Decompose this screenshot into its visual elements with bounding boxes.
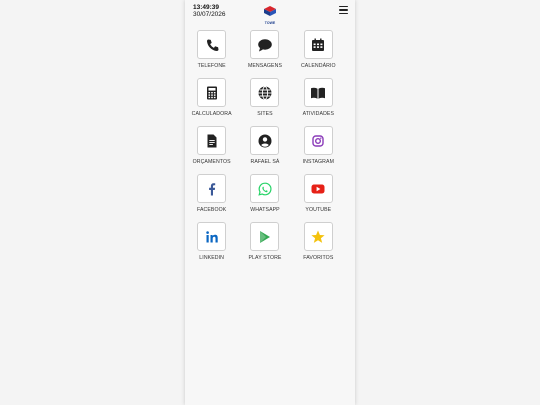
app-tile-linkedin[interactable]: LINKEDIN — [185, 222, 238, 261]
chat-bubble-icon[interactable] — [250, 30, 280, 59]
star-icon[interactable] — [303, 222, 333, 251]
app-tile-favoritos[interactable]: FAVORITOS — [292, 222, 345, 261]
document-icon[interactable] — [197, 126, 227, 155]
phone-icon[interactable] — [197, 30, 227, 59]
app-tile-rafael-sa[interactable]: RAFAEL SÁ — [238, 126, 291, 165]
facebook-icon[interactable] — [197, 174, 227, 203]
app-tile-telefone[interactable]: TELEFONE — [185, 30, 238, 69]
app-label: FACEBOOK — [196, 207, 227, 213]
app-label: INSTAGRAM — [302, 159, 334, 165]
app-tile-calculadora[interactable]: CALCULADORA — [185, 78, 238, 117]
book-icon[interactable] — [303, 78, 333, 107]
app-tile-sites[interactable]: SITES — [238, 78, 291, 117]
globe-icon[interactable] — [250, 78, 280, 107]
app-tile-whatsapp[interactable]: WHATSAPP — [238, 174, 291, 213]
app-label: WHATSAPP — [250, 207, 280, 213]
status-time: 13:49:39 — [193, 4, 220, 11]
app-tile-facebook[interactable]: FACEBOOK — [185, 174, 238, 213]
app-tile-calendario[interactable]: CALENDÁRIO — [292, 30, 345, 69]
calculator-icon[interactable] — [197, 78, 227, 107]
app-label: TELEFONE — [197, 63, 226, 69]
phone-frame: 13:49:39 30/07/2026 TOWE TELEFONE MENSAGE… — [185, 0, 355, 405]
app-label: CALCULADORA — [191, 111, 232, 117]
app-tile-youtube[interactable]: YOUTUBE — [292, 174, 345, 213]
app-grid: TELEFONE MENSAGENS CALENDÁRIO CALCULADORA SI… — [185, 30, 355, 261]
app-tile-mensagens[interactable]: MENSAGENS — [238, 30, 291, 69]
whatsapp-icon[interactable] — [250, 174, 280, 203]
app-label: RAFAEL SÁ — [250, 159, 280, 165]
user-circle-icon[interactable] — [250, 126, 280, 155]
app-label: LINKEDIN — [199, 255, 225, 261]
app-label: PLAY STORE — [248, 255, 282, 261]
app-label: SITES — [257, 111, 273, 117]
logo-text: TOWE — [264, 21, 276, 25]
logo-cube-icon — [264, 6, 276, 16]
status-date: 30/07/2026 — [193, 11, 226, 18]
app-tile-atividades[interactable]: ATIVIDADES — [292, 78, 345, 117]
app-tile-instagram[interactable]: INSTAGRAM — [292, 126, 345, 165]
linkedin-icon[interactable] — [197, 222, 227, 251]
app-label: CALENDÁRIO — [300, 63, 336, 69]
app-tile-play-store[interactable]: PLAY STORE — [238, 222, 291, 261]
hamburger-menu-icon[interactable] — [339, 6, 348, 14]
calendar-icon[interactable] — [303, 30, 333, 59]
app-label: MENSAGENS — [247, 63, 283, 69]
towe-logo: TOWE — [264, 3, 276, 25]
app-label: ATIVIDADES — [302, 111, 335, 117]
app-label: YOUTUBE — [305, 207, 332, 213]
app-label: ORÇAMENTOS — [192, 159, 231, 165]
play-store-icon[interactable] — [250, 222, 280, 251]
youtube-icon[interactable] — [303, 174, 333, 203]
app-label: FAVORITOS — [303, 255, 334, 261]
app-tile-orcamentos[interactable]: ORÇAMENTOS — [185, 126, 238, 165]
instagram-icon[interactable] — [303, 126, 333, 155]
status-block: 13:49:39 30/07/2026 — [193, 4, 226, 18]
